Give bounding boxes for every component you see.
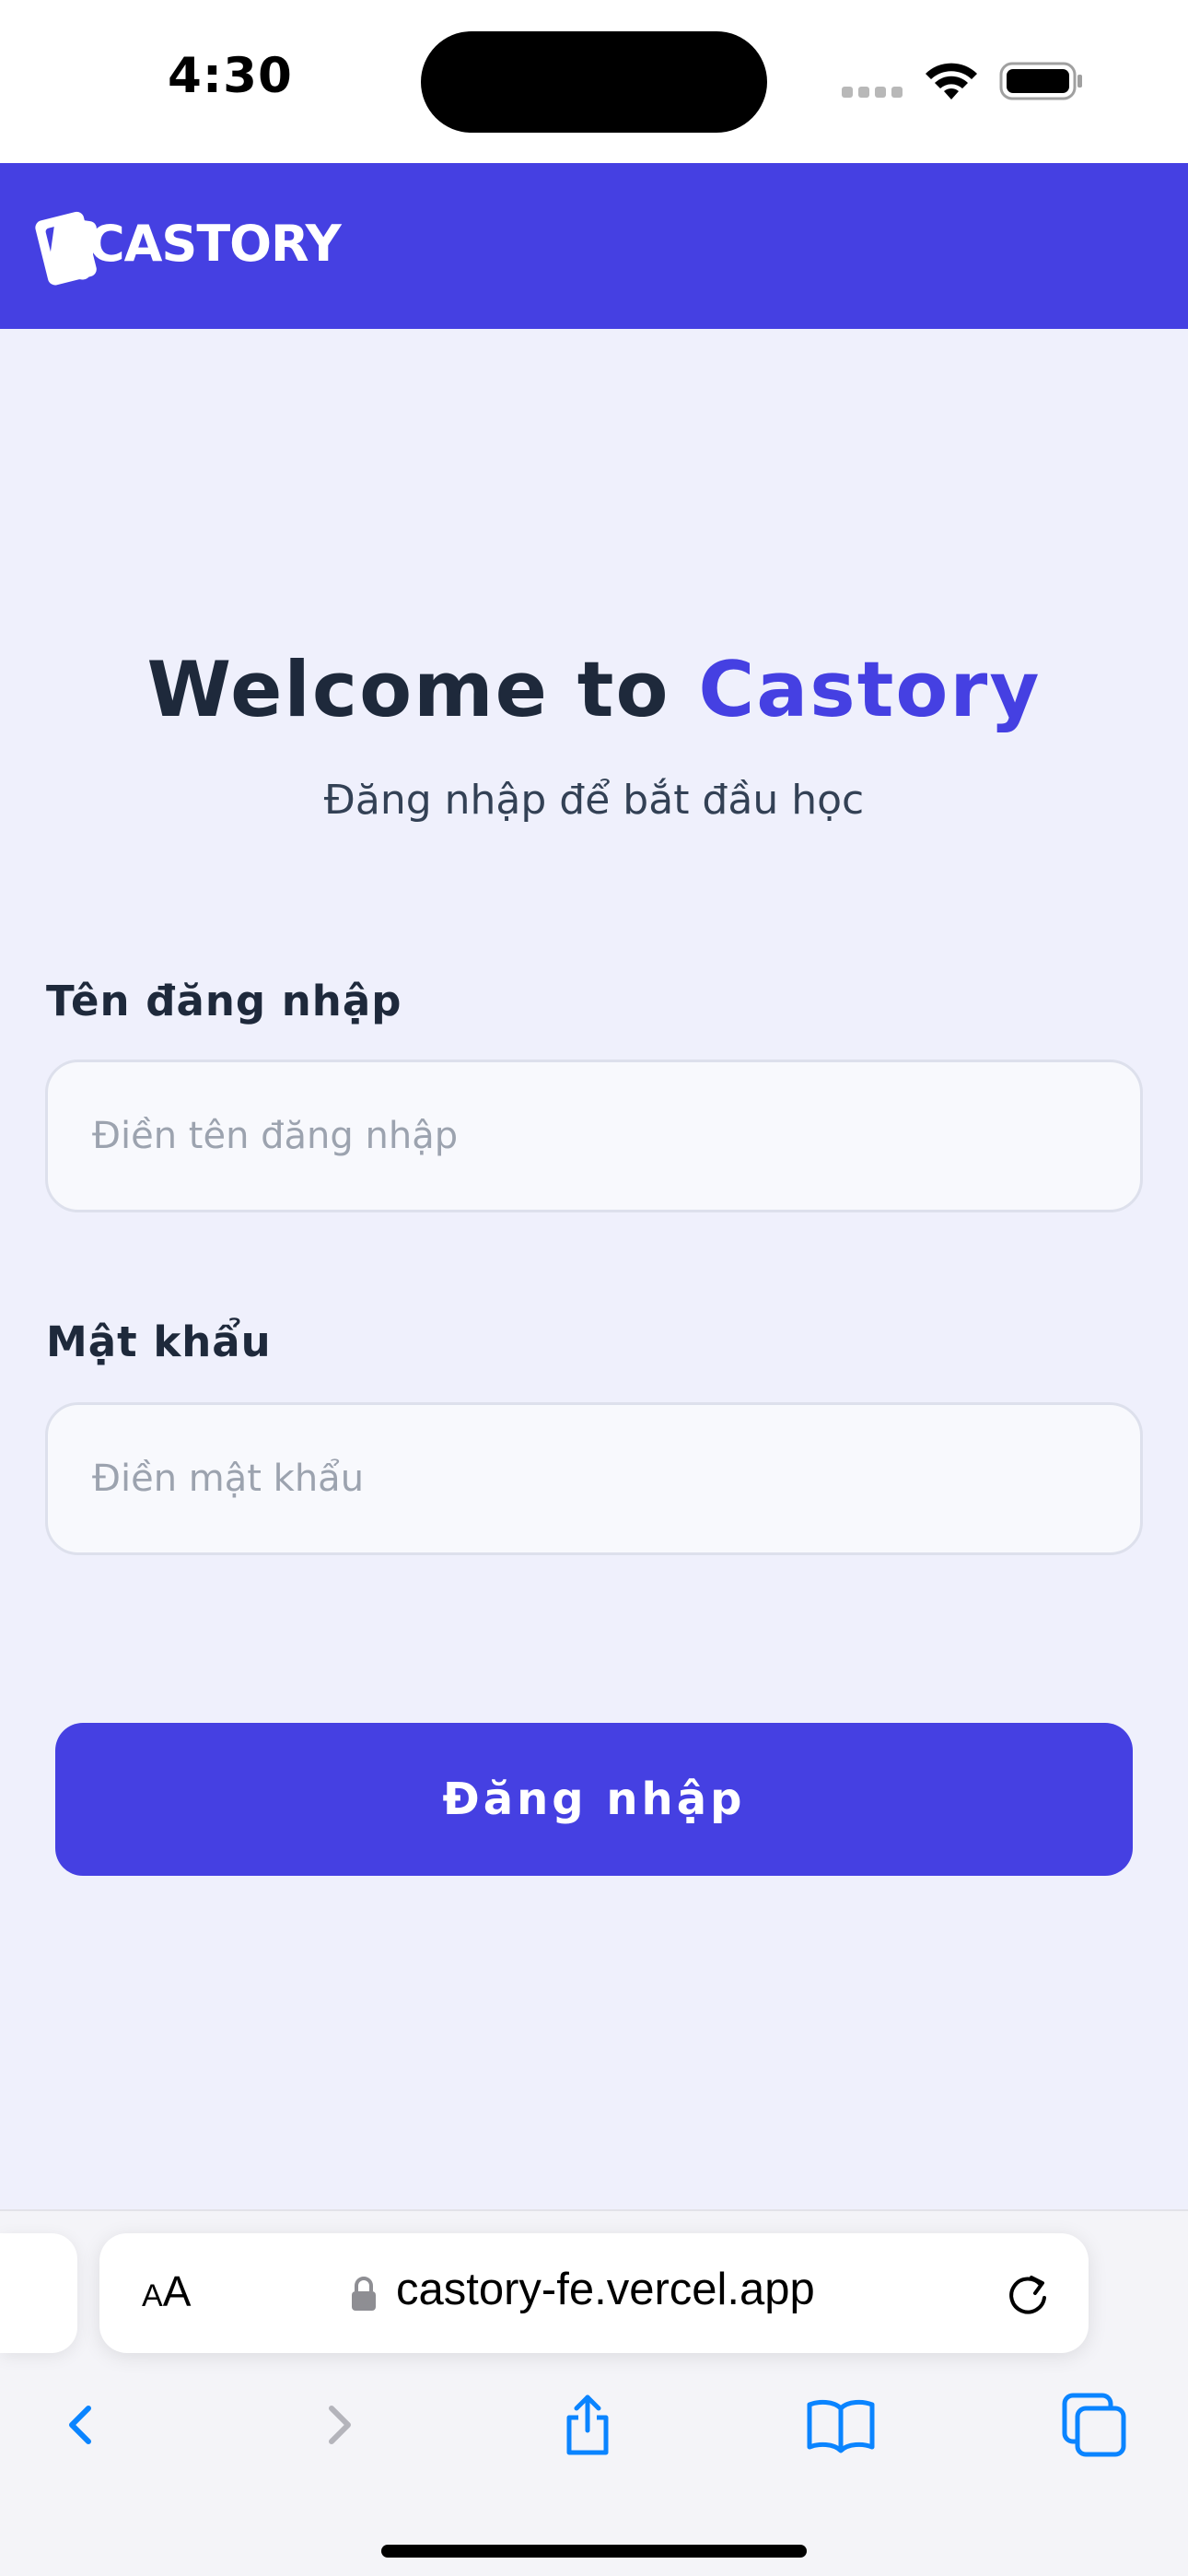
logo-text: CASTORY — [88, 215, 342, 273]
username-label: Tên đăng nhập — [46, 977, 402, 1025]
battery-icon — [999, 62, 1082, 100]
url-text: castory-fe.vercel.app — [396, 2265, 815, 2314]
page-subtitle: Đăng nhập để bắt đầu học — [323, 777, 865, 824]
lock-icon — [352, 2277, 376, 2311]
reload-icon[interactable] — [1004, 2270, 1052, 2318]
dynamic-island — [421, 31, 767, 133]
browser-bottom-bar: AA castory-fe.vercel.app — [0, 2209, 1188, 2576]
page-title: Welcome to Castory — [0, 645, 1188, 734]
password-label: Mật khẩu — [46, 1317, 272, 1366]
previous-tab-preview[interactable] — [0, 2233, 77, 2353]
password-input[interactable] — [45, 1402, 1143, 1555]
chevron-right-icon[interactable] — [302, 2388, 376, 2462]
home-indicator — [381, 2545, 807, 2558]
wifi-icon — [926, 63, 977, 100]
status-bar: 4:30 — [0, 0, 1188, 163]
title-brand: Castory — [698, 645, 1042, 734]
castory-logo[interactable]: CASTORY — [31, 202, 342, 290]
cellular-signal-icon — [842, 87, 904, 98]
login-button[interactable]: Đăng nhập — [55, 1723, 1133, 1876]
page-settings-button[interactable]: AA — [142, 2266, 191, 2316]
tabs-icon[interactable] — [1057, 2388, 1131, 2462]
app-header: CASTORY — [0, 163, 1188, 329]
title-prefix: Welcome to — [146, 645, 699, 734]
book-icon[interactable] — [804, 2388, 878, 2462]
address-bar[interactable]: AA castory-fe.vercel.app — [99, 2233, 1089, 2353]
share-icon[interactable] — [551, 2388, 624, 2462]
status-time: 4:30 — [168, 48, 293, 104]
chevron-left-icon[interactable] — [44, 2388, 118, 2462]
username-input[interactable] — [45, 1060, 1143, 1212]
